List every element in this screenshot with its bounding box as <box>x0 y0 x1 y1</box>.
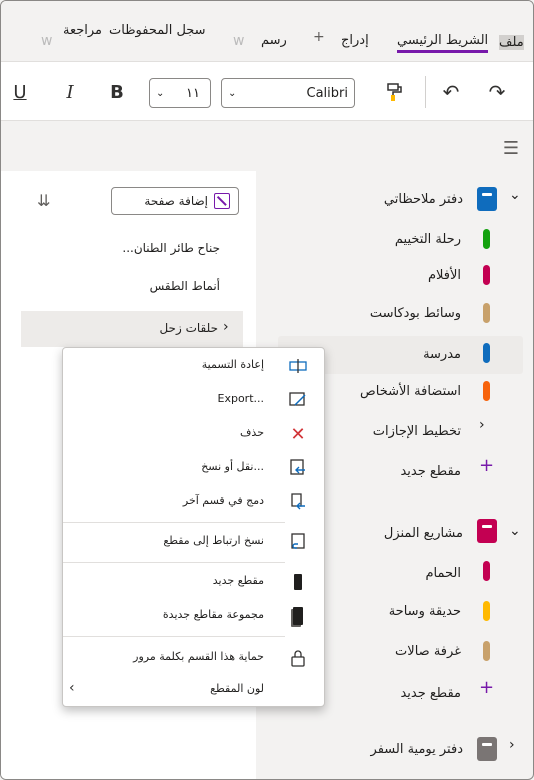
chevron-left-icon: ‹ <box>69 680 75 696</box>
undo-icon[interactable]: ↶ <box>437 78 465 106</box>
section-context-menu: إعادة التسمية Export... حذف ✕ نقل أو نسخ… <box>62 347 325 707</box>
new-section-button[interactable]: مقطع جديد <box>400 677 461 709</box>
font-size-value: ١١ <box>186 85 200 101</box>
notebook-icon <box>477 737 497 761</box>
menu-item-password-protect[interactable]: حماية هذا القسم بكلمة مرور <box>63 642 324 674</box>
menu-separator <box>63 522 285 523</box>
tab-home[interactable]: الشريط الرئيسي <box>397 33 489 53</box>
tab-insert[interactable]: إدراج <box>341 33 369 48</box>
notebook-name[interactable]: مشاريع المنزل <box>384 517 463 549</box>
ribbon-toolbar: U I B ⌄ ١١ ⌄ Calibri ↶ ↷ <box>1 61 533 121</box>
menu-item-label: نسخ ارتباط إلى مقطع <box>163 534 264 547</box>
menu-item-rename[interactable]: إعادة التسمية <box>63 350 324 382</box>
chevron-down-icon: ⌄ <box>228 87 237 99</box>
new-section-icon <box>288 572 308 592</box>
section-item[interactable]: الحمام <box>426 557 462 589</box>
menu-item-move-copy[interactable]: نقل أو نسخ... <box>63 452 324 484</box>
menu-item-label: إعادة التسمية <box>201 358 264 371</box>
chevron-down-icon: ⌄ <box>156 87 165 99</box>
new-section-button[interactable]: مقطع جديد <box>400 455 461 487</box>
menu-item-merge[interactable]: دمج في قسم آخر <box>63 486 324 518</box>
delete-icon: ✕ <box>290 423 306 445</box>
bold-icon[interactable]: B <box>105 78 129 106</box>
page-item[interactable]: حلقات زحل <box>159 321 218 335</box>
chevron-right-icon[interactable]: › <box>479 417 485 433</box>
section-color-tab <box>483 381 490 401</box>
menu-item-section-color[interactable]: لون المقطع ‹ <box>63 674 324 706</box>
font-name-value: Calibri <box>306 85 348 101</box>
menu-item-copy-link[interactable]: نسخ ارتباط إلى مقطع <box>63 526 324 558</box>
section-color-tab <box>483 561 490 581</box>
rename-icon <box>288 356 308 376</box>
section-color-tab <box>483 229 490 249</box>
menu-item-label: نقل أو نسخ... <box>201 460 264 473</box>
section-color-tab <box>483 343 490 363</box>
menu-item-label: مجموعة مقاطع جديدة <box>162 608 264 621</box>
menu-item-delete[interactable]: حذف ✕ <box>63 418 324 450</box>
section-item[interactable]: رحلة التخييم <box>395 223 461 255</box>
ribbon-separator <box>425 76 426 108</box>
add-section-icon[interactable]: + <box>479 455 494 476</box>
section-item[interactable]: وسائط بودكاست <box>370 297 461 329</box>
section-group-item[interactable]: تخطيط الإجازات <box>373 415 461 447</box>
underline-icon[interactable]: U <box>9 78 31 106</box>
app-window: w مراجعة سجل المحفوظات w رسم + إدراج الش… <box>0 0 534 780</box>
faded-tab-ghost: w <box>233 33 245 49</box>
menu-item-label: Export... <box>217 392 265 405</box>
chevron-right-icon[interactable]: › <box>223 319 229 335</box>
page-item[interactable]: أنماط الطقس <box>150 279 220 293</box>
font-name-dropdown[interactable]: ⌄ Calibri <box>221 78 355 108</box>
add-section-icon[interactable]: + <box>479 677 494 698</box>
section-color-tab <box>483 601 490 621</box>
menu-bar: w مراجعة سجل المحفوظات w رسم + إدراج الش… <box>1 1 533 57</box>
notebook-name[interactable]: دفتر ملاحظاتي <box>384 183 463 215</box>
tab-draw[interactable]: رسم <box>261 33 287 48</box>
new-section-group-icon <box>288 606 308 626</box>
tab-history[interactable]: سجل المحفوظات <box>109 23 206 38</box>
section-item-selected[interactable]: مدرسة <box>423 338 461 370</box>
font-size-dropdown[interactable]: ⌄ ١١ <box>149 78 211 108</box>
menu-item-new-section-group[interactable]: مجموعة مقاطع جديدة <box>63 600 324 632</box>
lock-icon <box>288 648 308 668</box>
chevron-right-icon[interactable]: › <box>509 737 515 753</box>
menu-separator <box>63 636 285 637</box>
format-painter-icon[interactable] <box>381 78 409 106</box>
menu-item-label: دمج في قسم آخر <box>182 494 264 507</box>
menu-item-label: لون المقطع <box>210 682 264 695</box>
section-item[interactable]: الأفلام <box>428 259 461 291</box>
export-icon <box>288 390 308 410</box>
section-color-tab <box>483 265 490 285</box>
notebook-name[interactable]: دفتر يومية السفر <box>371 733 463 765</box>
page-item[interactable]: جناح طائر الطنان... <box>122 241 220 255</box>
menu-item-label: مقطع جديد <box>212 574 264 587</box>
italic-icon[interactable]: I <box>59 78 81 106</box>
hamburger-menu-icon[interactable]: ☰ <box>503 138 519 159</box>
section-item[interactable]: استضافة الأشخاص <box>360 375 461 407</box>
notebook-icon <box>477 519 497 543</box>
tab-file[interactable]: ملف <box>499 35 524 50</box>
tab-review[interactable]: مراجعة <box>63 23 102 38</box>
menu-item-label: حماية هذا القسم بكلمة مرور <box>133 650 264 663</box>
menu-item-label: حذف <box>240 426 264 439</box>
move-copy-icon <box>288 458 308 478</box>
menu-item-new-section[interactable]: مقطع جديد <box>63 566 324 598</box>
section-color-tab <box>483 641 490 661</box>
section-item[interactable]: غرفة صالات <box>395 635 461 667</box>
sort-icon[interactable]: ⇊ <box>37 191 50 210</box>
copy-link-icon <box>288 532 308 552</box>
menu-separator <box>63 562 285 563</box>
add-page-button[interactable]: إضافة صفحة <box>111 187 239 215</box>
section-item[interactable]: حديقة وساحة <box>389 595 461 627</box>
chevron-down-icon[interactable]: ⌄ <box>509 523 521 539</box>
menu-item-export[interactable]: Export... <box>63 384 324 416</box>
merge-icon <box>288 492 308 512</box>
notebook-icon <box>477 187 497 211</box>
chevron-down-icon[interactable]: ⌄ <box>509 187 521 203</box>
add-page-label: إضافة صفحة <box>144 194 208 208</box>
faded-tab-ghost: w <box>41 33 53 49</box>
add-page-icon <box>214 193 230 209</box>
faded-tab-ghost: + <box>313 29 325 45</box>
redo-icon[interactable]: ↷ <box>483 78 511 106</box>
section-color-tab <box>483 303 490 323</box>
